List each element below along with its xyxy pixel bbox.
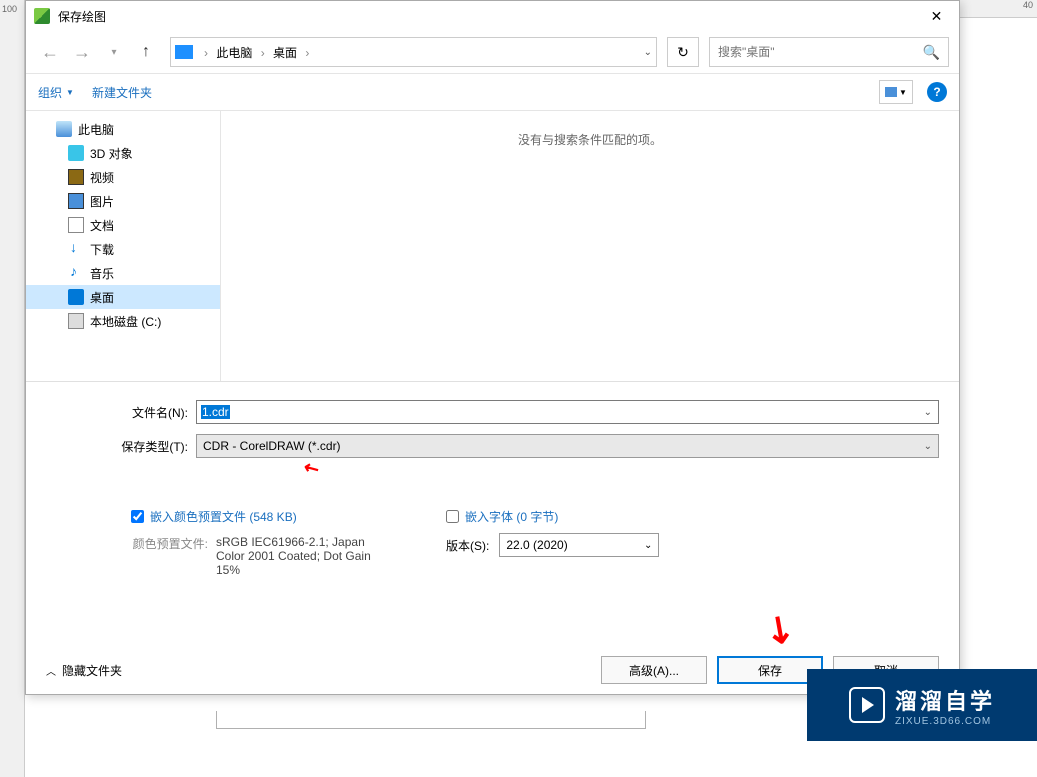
color-profile-label: 颜色预置文件: (131, 535, 216, 577)
tree-3d-objects[interactable]: 3D 对象 (26, 141, 220, 165)
refresh-button[interactable]: ↻ (667, 37, 699, 67)
watermark: 溜溜自学 ZIXUE.3D66.COM (807, 669, 1037, 741)
organize-menu[interactable]: 组织▼ (38, 84, 74, 101)
close-button[interactable]: ✕ (914, 1, 959, 31)
tree-this-pc[interactable]: 此电脑 (26, 117, 220, 141)
filename-label: 文件名(N): (46, 404, 196, 421)
location-icon (175, 45, 193, 59)
crumb-desktop[interactable]: 桌面 (273, 46, 297, 60)
watermark-url: ZIXUE.3D66.COM (895, 716, 995, 727)
dialog-title: 保存绘图 (58, 8, 106, 25)
app-icon (34, 8, 50, 24)
crumb-this-pc[interactable]: 此电脑 (216, 46, 252, 60)
tree-local-disk-c[interactable]: 本地磁盘 (C:) (26, 309, 220, 333)
version-select[interactable]: 22.0 (2020) ⌄ (499, 533, 659, 557)
address-dropdown-icon[interactable]: ⌄ (644, 47, 652, 58)
watermark-title: 溜溜自学 (895, 684, 995, 716)
folder-tree[interactable]: 此电脑 3D 对象 视频 图片 文档 下载 音乐 桌面 本地磁盘 (C:) (26, 111, 221, 381)
view-mode-button[interactable]: ▼ (879, 80, 913, 104)
filename-input[interactable]: 1.cdr ⌄ (196, 400, 939, 424)
recent-dropdown[interactable]: ▾ (100, 38, 128, 66)
forward-button[interactable]: → (68, 38, 96, 66)
up-button[interactable]: ↑ (132, 38, 160, 66)
breadcrumb[interactable]: › 此电脑 › 桌面 › (199, 44, 314, 61)
filetype-select[interactable]: CDR - CorelDRAW (*.cdr) ⌄ (196, 434, 939, 458)
tree-music[interactable]: 音乐 (26, 261, 220, 285)
background-fragment (216, 711, 646, 729)
tree-videos[interactable]: 视频 (26, 165, 220, 189)
tree-desktop[interactable]: 桌面 (26, 285, 220, 309)
play-icon (849, 687, 885, 723)
advanced-button[interactable]: 高级(A)... (601, 656, 707, 684)
tree-documents[interactable]: 文档 (26, 213, 220, 237)
address-bar[interactable]: › 此电脑 › 桌面 › ⌄ (170, 37, 657, 67)
navbar: ← → ▾ ↑ › 此电脑 › 桌面 › ⌄ ↻ 🔍 (26, 31, 959, 73)
save-dialog: 保存绘图 ✕ ← → ▾ ↑ › 此电脑 › 桌面 › ⌄ ↻ 🔍 组织▼ 新建… (25, 0, 960, 695)
ruler-top-mark: 40 (957, 0, 1037, 18)
color-profile-value: sRGB IEC61966-2.1; Japan Color 2001 Coat… (216, 535, 396, 577)
embed-color-checkbox-input[interactable] (131, 510, 144, 523)
titlebar: 保存绘图 ✕ (26, 1, 959, 31)
search-box[interactable]: 🔍 (709, 37, 949, 67)
tree-downloads[interactable]: 下载 (26, 237, 220, 261)
empty-message: 没有与搜索条件匹配的项。 (518, 131, 662, 148)
filetype-dropdown-icon[interactable]: ⌄ (924, 441, 932, 452)
chevron-up-icon: ︿ (46, 663, 56, 678)
tree-pictures[interactable]: 图片 (26, 189, 220, 213)
search-input[interactable] (718, 45, 923, 59)
ruler-left-mark: 100 (0, 4, 24, 14)
search-icon[interactable]: 🔍 (923, 44, 940, 61)
toolbar: 组织▼ 新建文件夹 ▼ ? (26, 73, 959, 111)
filetype-label: 保存类型(T): (46, 438, 196, 455)
file-list-area[interactable]: 没有与搜索条件匹配的项。 (221, 111, 959, 381)
back-button[interactable]: ← (36, 38, 64, 66)
embed-color-checkbox[interactable]: 嵌入颜色预置文件 (548 KB) (131, 508, 396, 525)
version-label: 版本(S): (446, 537, 489, 554)
filename-dropdown-icon[interactable]: ⌄ (924, 407, 932, 418)
embed-font-checkbox[interactable]: 嵌入字体 (0 字节) (446, 508, 659, 525)
hide-folders-toggle[interactable]: ︿ 隐藏文件夹 (46, 662, 122, 679)
help-button[interactable]: ? (927, 82, 947, 102)
embed-font-checkbox-input[interactable] (446, 510, 459, 523)
version-dropdown-icon[interactable]: ⌄ (644, 540, 652, 551)
new-folder-button[interactable]: 新建文件夹 (92, 84, 152, 101)
